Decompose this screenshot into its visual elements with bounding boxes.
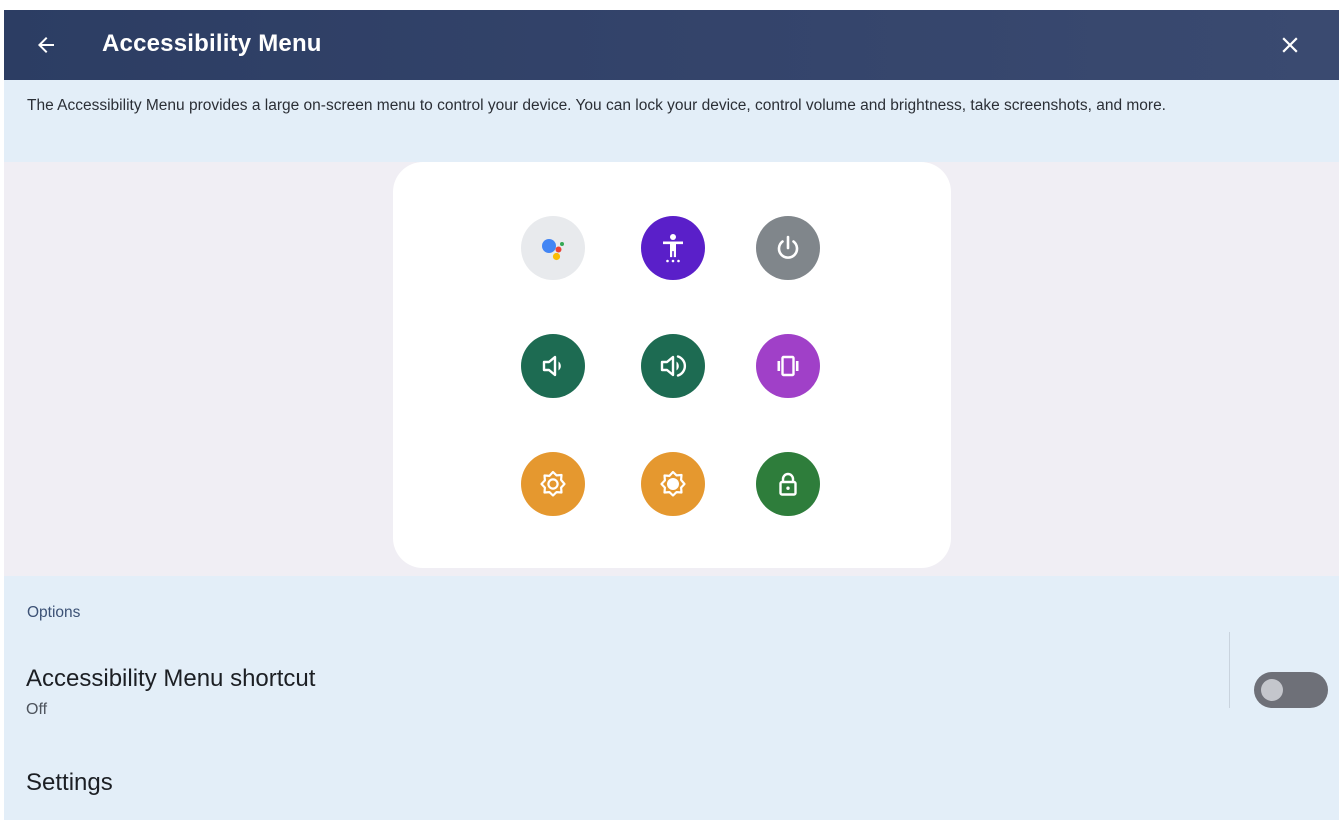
menu-preview-card: [393, 162, 951, 568]
accessibility-settings-icon: [663, 234, 683, 263]
lock-icon: [779, 472, 797, 496]
back-button[interactable]: [26, 25, 66, 65]
brightness-up-icon: [660, 470, 686, 497]
google-assistant-tile: [521, 216, 585, 280]
page-title: Accessibility Menu: [102, 30, 322, 57]
app-bar: Accessibility Menu: [4, 10, 1339, 80]
shortcut-status: Off: [26, 701, 48, 718]
shortcut-title: Accessibility Menu shortcut: [26, 665, 316, 692]
close-icon: [1282, 37, 1298, 53]
page-description: The Accessibility Menu provides a large …: [27, 97, 1166, 114]
settings-row[interactable]: Settings: [4, 758, 1339, 820]
accessibility-menu-screen: Accessibility Menu The Accessibility Men…: [4, 10, 1339, 820]
brightness-down-icon: [540, 470, 566, 497]
close-button[interactable]: [1270, 25, 1310, 65]
power-tile: [756, 216, 820, 280]
volume-up-icon: [660, 355, 687, 377]
power-icon: [777, 235, 799, 259]
options-section-header: Options: [27, 604, 81, 621]
vibrate-tile: [756, 334, 820, 398]
brightness-down-tile: [521, 452, 585, 516]
divider: [1229, 632, 1230, 708]
settings-title: Settings: [26, 769, 113, 796]
volume-down-tile: [521, 334, 585, 398]
toggle-knob: [1261, 679, 1283, 701]
accessibility-menu-shortcut-row[interactable]: Accessibility Menu shortcut Off: [4, 632, 1339, 740]
volume-up-tile: [641, 334, 705, 398]
arrow-back-icon: [38, 37, 54, 53]
lock-tile: [756, 452, 820, 516]
shortcut-toggle[interactable]: [1254, 672, 1328, 708]
google-assistant-icon: [542, 239, 564, 261]
accessibility-settings-tile: [641, 216, 705, 280]
menu-preview-area: [4, 162, 1339, 576]
volume-down-icon: [542, 355, 561, 377]
brightness-up-tile: [641, 452, 705, 516]
vibrate-icon: [777, 355, 799, 377]
